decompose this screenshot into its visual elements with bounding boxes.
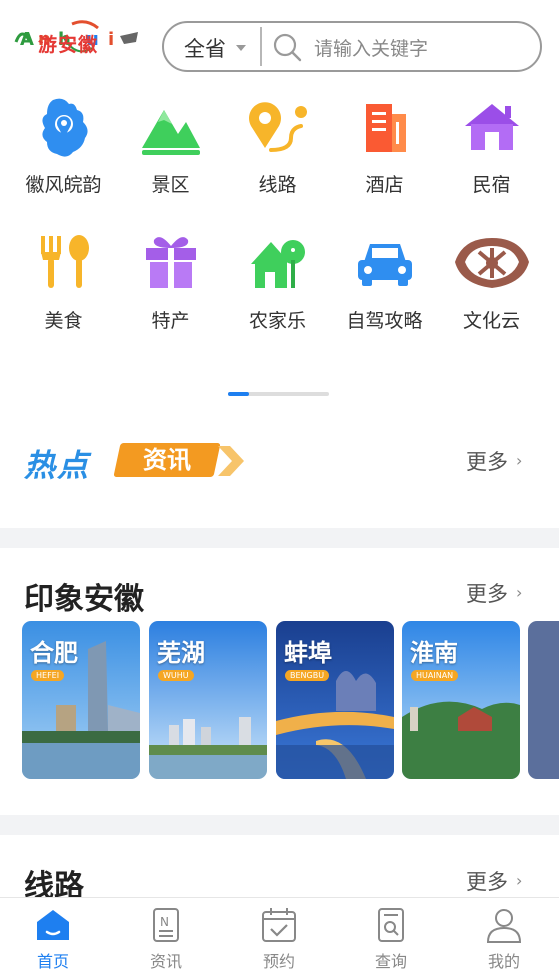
category-culture-cloud[interactable]: 文化云: [438, 232, 545, 333]
tab-label: 我的: [487, 952, 520, 971]
gift-icon: [145, 237, 196, 288]
more-label: 更多: [466, 870, 508, 894]
chevron-right-icon: ›: [516, 583, 523, 602]
category-anhui-culture[interactable]: 徽风皖韵: [10, 96, 117, 197]
logo-subtitle: 游安徽: [38, 30, 98, 57]
calendar-check-icon: [262, 908, 296, 942]
mountain-icon: [141, 110, 200, 155]
svg-text:N: N: [160, 915, 169, 929]
category-label: 文化云: [462, 310, 520, 332]
city-name: 合肥: [30, 639, 78, 667]
farmhouse-icon: [250, 240, 305, 288]
city-card-bengbu[interactable]: 蚌埠 BENGBU: [276, 621, 394, 779]
arrow-accent-icon: [218, 446, 244, 476]
city-pinyin-badge: HEFEI: [31, 670, 65, 681]
fork-spoon-icon: [40, 235, 89, 288]
hot-news-title: 热点 资讯: [22, 438, 244, 484]
search-input[interactable]: 请输入关键字: [314, 34, 428, 61]
city-name: 芜湖: [157, 639, 205, 667]
chevron-down-icon[interactable]: [236, 45, 246, 51]
city-name: 蚌埠: [284, 639, 332, 667]
tab-query[interactable]: 查询: [351, 906, 431, 972]
search-doc-icon: [378, 908, 404, 942]
category-label: 景区: [151, 174, 190, 196]
city-pinyin-badge: WUHU: [158, 670, 194, 681]
region-selector[interactable]: 全省: [184, 33, 226, 63]
city-card-next-peek[interactable]: [528, 621, 559, 779]
section-divider: [0, 815, 559, 835]
routes-more-link[interactable]: 更多 ›: [466, 866, 522, 896]
category-label: 农家乐: [248, 310, 306, 332]
category-label: 特产: [151, 310, 190, 332]
svg-text:A: A: [20, 29, 34, 50]
user-icon: [486, 909, 522, 943]
category-label: 民宿: [472, 174, 511, 196]
category-food[interactable]: 美食: [10, 232, 117, 333]
tab-mine[interactable]: 我的: [464, 906, 544, 972]
category-label: 线路: [258, 174, 297, 196]
more-label: 更多: [466, 582, 508, 606]
tab-label: 资讯: [149, 952, 182, 971]
tab-booking[interactable]: 预约: [239, 906, 319, 972]
section-divider: [0, 528, 559, 548]
city-card-wuhu[interactable]: 芜湖 WUHU: [149, 621, 267, 779]
category-label: 徽风皖韵: [25, 174, 102, 196]
impression-title: 印象安徽: [24, 582, 144, 617]
category-self-drive[interactable]: 自驾攻略: [331, 232, 438, 333]
hot-news-title-a: 热点: [24, 448, 90, 484]
more-label: 更多: [466, 450, 508, 474]
bottom-tab-bar: 首页 N 资讯 预约 查询 我的: [0, 897, 559, 977]
category-scenic[interactable]: 景区: [117, 96, 224, 197]
tab-label: 查询: [374, 952, 407, 971]
search-icon: [273, 33, 302, 62]
tab-label: 首页: [36, 952, 69, 971]
city-name: 淮南: [410, 639, 458, 667]
city-card-hefei[interactable]: 合肥 HEFEI: [22, 621, 140, 779]
logo-sub-text: 游安徽: [38, 34, 99, 56]
news-icon: N: [153, 908, 179, 942]
tab-home[interactable]: 首页: [13, 906, 93, 972]
chevron-right-icon: ›: [516, 451, 523, 470]
pager-active-indicator: [228, 392, 249, 396]
svg-text:i: i: [108, 29, 114, 50]
category-route[interactable]: 线路: [224, 96, 331, 197]
category-hotel[interactable]: 酒店: [331, 96, 438, 197]
category-specialty[interactable]: 特产: [117, 232, 224, 333]
category-label: 自驾攻略: [346, 310, 423, 332]
grid-pager[interactable]: [228, 392, 329, 396]
house-icon: [464, 104, 519, 150]
anhui-map-icon: [41, 98, 88, 157]
tab-label: 预约: [262, 952, 295, 971]
search-divider: [260, 27, 262, 66]
hot-news-more-link[interactable]: 更多 ›: [466, 446, 522, 476]
impression-more-link[interactable]: 更多 ›: [466, 578, 522, 608]
search-bar[interactable]: 全省 请输入关键字: [162, 21, 542, 72]
category-homestay[interactable]: 民宿: [438, 96, 545, 197]
hotel-icon: [365, 104, 406, 152]
home-icon: [37, 910, 69, 940]
hot-news-title-b: 资讯: [143, 446, 191, 474]
city-card-huainan[interactable]: 淮南 HUAINAN: [402, 621, 520, 779]
culture-cloud-icon: [454, 238, 529, 288]
hot-news-title-b-badge: 资讯: [113, 443, 221, 477]
category-label: 酒店: [365, 174, 404, 196]
city-pinyin-badge: BENGBU: [285, 670, 330, 681]
car-icon: [357, 244, 412, 286]
tab-news[interactable]: N 资讯: [126, 906, 206, 972]
category-farmhouse[interactable]: 农家乐: [224, 232, 331, 333]
city-pinyin-badge: HUAINAN: [411, 670, 459, 681]
route-icon: [248, 102, 307, 152]
category-label: 美食: [44, 310, 83, 332]
header: A n h u i 游安徽 全省 请输入关键字: [0, 0, 559, 92]
chevron-right-icon: ›: [516, 871, 523, 890]
